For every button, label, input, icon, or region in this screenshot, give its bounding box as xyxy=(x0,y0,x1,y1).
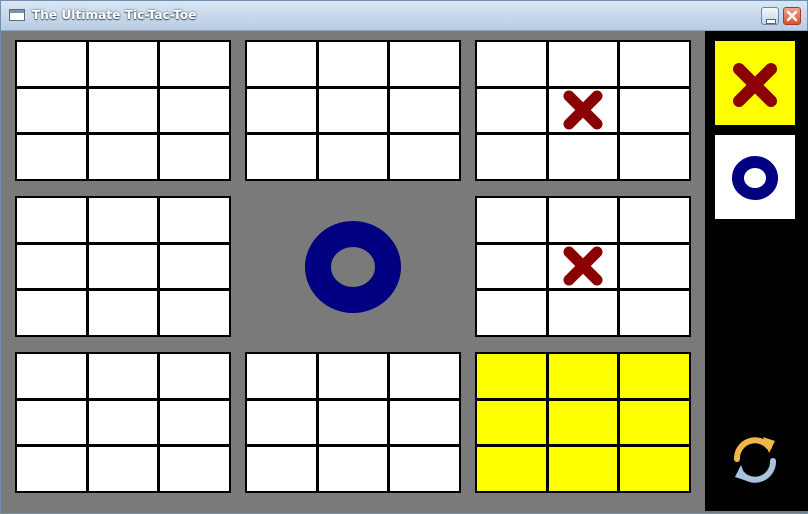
sub-board-middle-right[interactable] xyxy=(475,196,691,337)
x-mark-icon xyxy=(563,246,603,286)
cell[interactable] xyxy=(88,244,158,289)
cell[interactable] xyxy=(160,198,229,242)
sidebar xyxy=(705,31,808,511)
cell[interactable] xyxy=(390,135,459,179)
cell[interactable] xyxy=(17,198,86,242)
cell[interactable] xyxy=(548,244,618,289)
cell[interactable] xyxy=(160,447,229,491)
cell[interactable] xyxy=(17,400,86,445)
player-x-turn-indicator xyxy=(715,41,795,125)
cell[interactable] xyxy=(160,291,229,335)
cell[interactable] xyxy=(17,135,86,179)
close-icon xyxy=(786,10,798,22)
cell[interactable] xyxy=(160,354,229,398)
cell[interactable] xyxy=(318,354,388,398)
cell[interactable] xyxy=(548,88,618,133)
cell[interactable] xyxy=(160,88,229,133)
cell[interactable] xyxy=(17,291,86,335)
ultimate-board xyxy=(2,31,705,511)
cell[interactable] xyxy=(548,400,618,445)
minimize-button[interactable] xyxy=(761,7,779,25)
sub-board-top-middle[interactable] xyxy=(245,40,461,181)
sub-board-bottom-left[interactable] xyxy=(15,352,231,493)
cell[interactable] xyxy=(620,400,689,445)
cell[interactable] xyxy=(247,354,316,398)
cell[interactable] xyxy=(247,447,316,491)
sub-board-center xyxy=(245,196,461,337)
cell[interactable] xyxy=(477,42,546,86)
refresh-icon xyxy=(734,437,776,483)
cell[interactable] xyxy=(477,244,546,289)
cell[interactable] xyxy=(88,354,158,398)
cell[interactable] xyxy=(477,400,546,445)
cell[interactable] xyxy=(318,135,388,179)
cell[interactable] xyxy=(17,354,86,398)
cell[interactable] xyxy=(548,447,618,491)
cell[interactable] xyxy=(160,244,229,289)
cell[interactable] xyxy=(548,354,618,398)
cell[interactable] xyxy=(477,88,546,133)
cell[interactable] xyxy=(318,447,388,491)
cell[interactable] xyxy=(548,198,618,242)
close-button[interactable] xyxy=(783,7,801,25)
cell[interactable] xyxy=(88,135,158,179)
cell[interactable] xyxy=(247,135,316,179)
cell[interactable] xyxy=(620,354,689,398)
cell[interactable] xyxy=(390,88,459,133)
cell[interactable] xyxy=(548,135,618,179)
cell[interactable] xyxy=(17,88,86,133)
cell[interactable] xyxy=(160,42,229,86)
window-title: The Ultimate Tic-Tac-Toe xyxy=(32,8,197,22)
cell[interactable] xyxy=(88,447,158,491)
cell[interactable] xyxy=(17,42,86,86)
player-o-turn-indicator xyxy=(715,135,795,219)
sub-board-top-right[interactable] xyxy=(475,40,691,181)
cell[interactable] xyxy=(620,135,689,179)
cell[interactable] xyxy=(390,42,459,86)
cell[interactable] xyxy=(88,400,158,445)
cell[interactable] xyxy=(390,354,459,398)
cell[interactable] xyxy=(620,244,689,289)
game-window: The Ultimate Tic-Tac-Toe xyxy=(0,0,808,514)
cell[interactable] xyxy=(160,135,229,179)
sub-board-middle-left[interactable] xyxy=(15,196,231,337)
cell[interactable] xyxy=(318,42,388,86)
cell[interactable] xyxy=(548,291,618,335)
cell[interactable] xyxy=(160,400,229,445)
cell[interactable] xyxy=(88,42,158,86)
cell[interactable] xyxy=(620,291,689,335)
cell[interactable] xyxy=(620,447,689,491)
cell[interactable] xyxy=(88,198,158,242)
cell[interactable] xyxy=(88,88,158,133)
cell[interactable] xyxy=(620,42,689,86)
cell[interactable] xyxy=(390,447,459,491)
cell[interactable] xyxy=(17,244,86,289)
cell[interactable] xyxy=(620,88,689,133)
cell[interactable] xyxy=(318,400,388,445)
cell[interactable] xyxy=(620,198,689,242)
cell[interactable] xyxy=(477,135,546,179)
cell[interactable] xyxy=(17,447,86,491)
sub-board-top-left[interactable] xyxy=(15,40,231,181)
sub-board-bottom-right[interactable] xyxy=(475,352,691,493)
cell[interactable] xyxy=(477,447,546,491)
restart-button[interactable] xyxy=(729,433,781,485)
x-mark-icon xyxy=(563,90,603,130)
cell[interactable] xyxy=(247,88,316,133)
cell[interactable] xyxy=(247,42,316,86)
title-bar[interactable]: The Ultimate Tic-Tac-Toe xyxy=(1,1,807,31)
o-mark-icon xyxy=(305,220,401,313)
cell[interactable] xyxy=(390,400,459,445)
cell[interactable] xyxy=(548,42,618,86)
cell[interactable] xyxy=(477,354,546,398)
cell[interactable] xyxy=(318,88,388,133)
sub-board-bottom-middle[interactable] xyxy=(245,352,461,493)
x-mark-icon xyxy=(733,63,777,107)
cell[interactable] xyxy=(247,400,316,445)
cell[interactable] xyxy=(477,291,546,335)
cell[interactable] xyxy=(477,198,546,242)
o-mark-icon xyxy=(732,156,778,200)
cell[interactable] xyxy=(88,291,158,335)
window-icon xyxy=(9,9,25,21)
